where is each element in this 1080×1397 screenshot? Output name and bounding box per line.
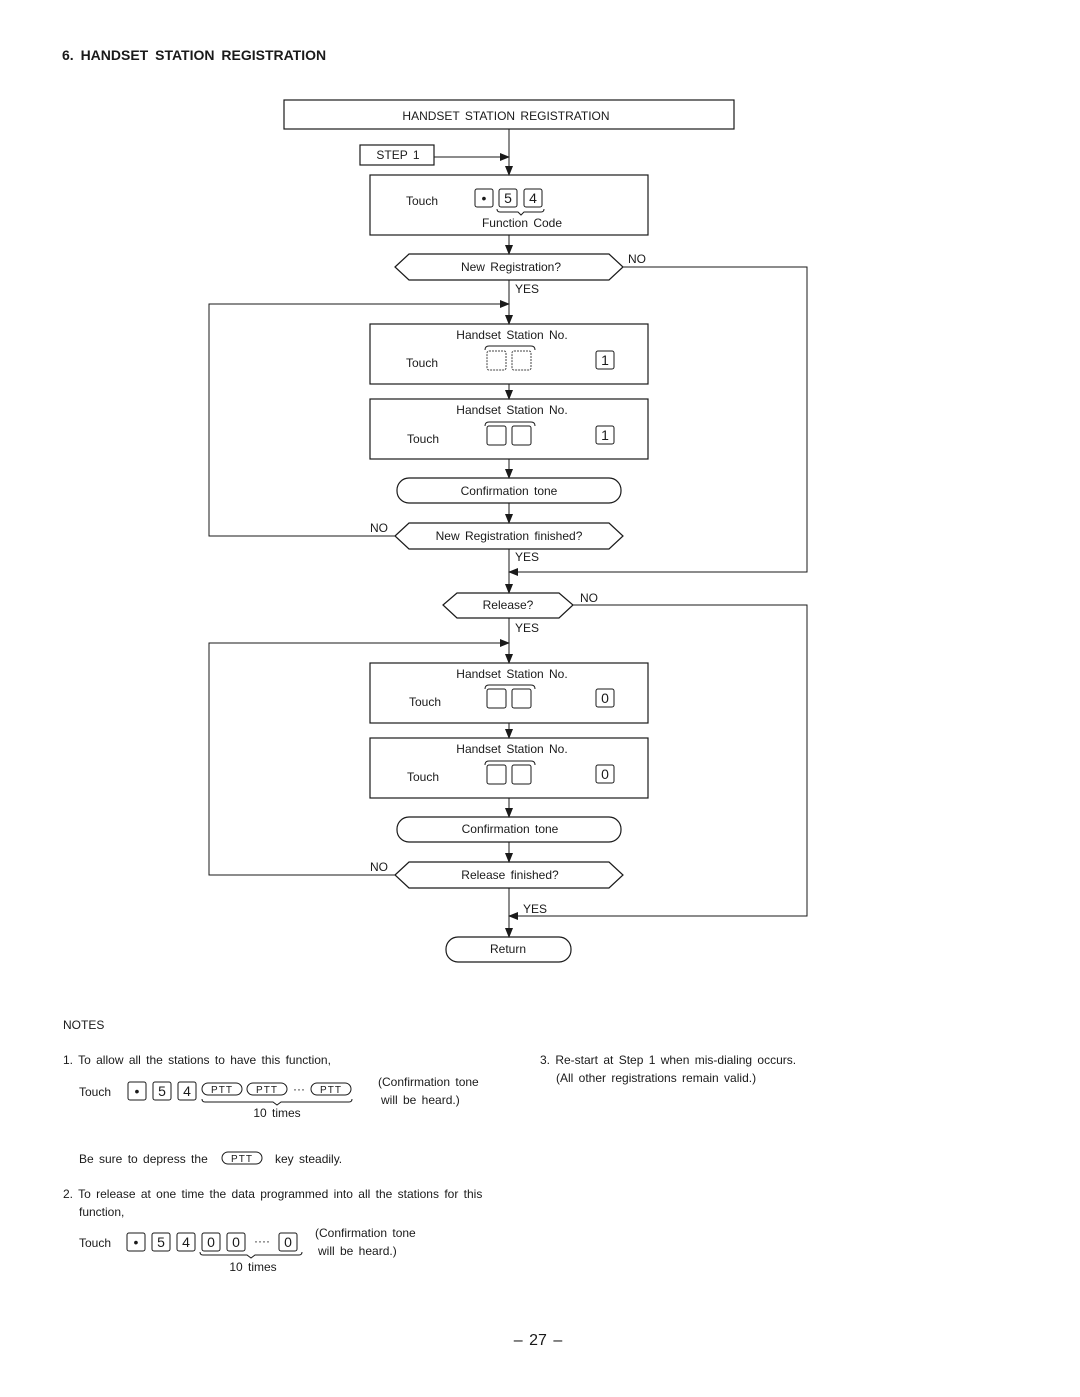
svg-text:Touch: Touch <box>406 356 438 370</box>
confirmation-note: (Confirmation tone <box>378 1075 479 1089</box>
yes-label: YES <box>515 282 539 296</box>
svg-text:0: 0 <box>601 766 609 782</box>
no-label: NO <box>370 860 388 874</box>
svg-text:4: 4 <box>182 1234 190 1250</box>
svg-text:5: 5 <box>504 190 512 206</box>
step-label: STEP 1 <box>376 148 419 162</box>
svg-text:Touch: Touch <box>407 432 439 446</box>
svg-text:Handset Station No.: Handset Station No. <box>456 667 567 681</box>
confirmation-tone-1: Confirmation tone <box>396 477 622 504</box>
depress-text: key steadily. <box>275 1152 342 1166</box>
no-label: NO <box>628 252 646 266</box>
svg-text:Handset Station No.: Handset Station No. <box>456 742 567 756</box>
svg-text:PTT: PTT <box>256 1085 278 1096</box>
note-1-keys: • 5 4 PTT PTT ··· PTT <box>127 1081 353 1106</box>
note-2: 2. To release at one time the data progr… <box>63 1187 482 1201</box>
confirmation-note: will be heard.) <box>317 1244 397 1258</box>
decision-text: Release? <box>483 598 534 612</box>
svg-text:•: • <box>134 1234 139 1250</box>
svg-text:0: 0 <box>232 1234 240 1250</box>
svg-text:PTT: PTT <box>211 1085 233 1096</box>
confirmation-tone-2: Confirmation tone <box>396 816 622 843</box>
svg-text:5: 5 <box>158 1083 166 1099</box>
section-title: 6. HANDSET STATION REGISTRATION <box>62 47 326 63</box>
note-3: (All other registrations remain valid.) <box>556 1071 756 1085</box>
svg-text:Confirmation tone: Confirmation tone <box>461 484 558 498</box>
svg-text:1: 1 <box>601 427 609 443</box>
no-label: NO <box>370 521 388 535</box>
ptt-key-label: PTT <box>231 1154 253 1165</box>
page: 6. HANDSET STATION REGISTRATION HANDSET … <box>62 47 808 1349</box>
confirmation-note: (Confirmation tone <box>315 1226 416 1240</box>
svg-text:4: 4 <box>183 1083 191 1099</box>
confirmation-note: will be heard.) <box>380 1093 460 1107</box>
handset-station-box-3: Handset Station No. Touch 0 <box>369 662 649 724</box>
return-terminal: Return <box>445 936 572 963</box>
note-2-touch: Touch <box>79 1236 111 1250</box>
touch-label: Touch <box>406 194 438 208</box>
note-3: 3. Re-start at Step 1 when mis-dialing o… <box>540 1053 796 1067</box>
handset-station-box-1: Handset Station No. Touch 1 <box>369 323 649 385</box>
svg-text:····: ···· <box>254 1234 270 1248</box>
svg-text:5: 5 <box>157 1234 165 1250</box>
svg-text:Handset Station No.: Handset Station No. <box>456 403 567 417</box>
svg-text:···: ··· <box>293 1082 305 1096</box>
svg-text:0: 0 <box>601 690 609 706</box>
key-4: 4 <box>523 188 543 208</box>
svg-text:Handset Station No.: Handset Station No. <box>456 328 567 342</box>
svg-text:Touch: Touch <box>407 770 439 784</box>
note-2: function, <box>79 1205 124 1219</box>
decision-text: New Registration finished? <box>436 529 583 543</box>
key-5: 5 <box>498 188 518 208</box>
depress-text: Be sure to depress the <box>79 1152 208 1166</box>
svg-text:4: 4 <box>529 190 537 206</box>
no-label: NO <box>580 591 598 605</box>
handset-station-box-2: Handset Station No. Touch 1 <box>369 398 649 460</box>
note-1: 1. To allow all the stations to have thi… <box>63 1053 331 1067</box>
key-dot: • <box>474 188 494 208</box>
note-2-keys: • 5 4 0 0 ···· 0 <box>126 1232 303 1259</box>
yes-label: YES <box>515 621 539 635</box>
decision-text: New Registration? <box>461 260 561 274</box>
note-1-touch: Touch <box>79 1085 111 1099</box>
yes-label: YES <box>523 902 547 916</box>
notes-title: NOTES <box>63 1018 104 1032</box>
svg-text:•: • <box>135 1083 140 1099</box>
yes-label: YES <box>515 550 539 564</box>
svg-text:Return: Return <box>490 942 526 956</box>
ten-times-label: 10 times <box>253 1106 300 1120</box>
handset-station-box-4: Handset Station No. Touch 0 <box>369 737 649 799</box>
svg-text:PTT: PTT <box>320 1085 342 1096</box>
svg-text:0: 0 <box>207 1234 215 1250</box>
ten-times-label: 10 times <box>229 1260 276 1274</box>
flow-header: HANDSET STATION REGISTRATION <box>402 109 609 123</box>
decision-text: Release finished? <box>461 868 559 882</box>
svg-text:Touch: Touch <box>409 695 441 709</box>
svg-text:0: 0 <box>284 1234 292 1250</box>
svg-text:•: • <box>482 190 487 206</box>
no-branch-line <box>508 266 808 576</box>
function-code-label: Function Code <box>482 216 562 230</box>
page-number: – 27 – <box>514 1332 563 1349</box>
svg-text:Confirmation tone: Confirmation tone <box>462 822 559 836</box>
brace <box>496 208 545 216</box>
svg-text:1: 1 <box>601 352 609 368</box>
